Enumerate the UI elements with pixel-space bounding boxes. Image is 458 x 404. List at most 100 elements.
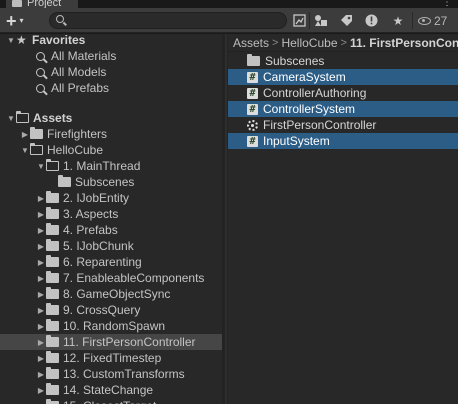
tree-folder-item[interactable]: ▶ 14. StateChange <box>0 382 222 398</box>
breadcrumb-separator: > <box>272 36 279 49</box>
tree-folder-item[interactable]: ▶ 13. CustomTransforms <box>0 366 222 382</box>
file-list-item[interactable]: # InputSystem <box>228 133 458 149</box>
file-list-item[interactable]: Subscenes <box>228 53 458 69</box>
chevron-right-icon[interactable]: ▶ <box>36 242 46 251</box>
chevron-right-icon[interactable]: ▶ <box>36 338 46 347</box>
tree-folder-item[interactable]: ▶ 8. GameObjectSync <box>0 286 222 302</box>
file-list-label: ControllerSystem <box>263 102 356 116</box>
chevron-right-icon[interactable]: ▶ <box>36 226 46 235</box>
folder-icon <box>58 175 71 187</box>
tree-folder-item[interactable]: Subscenes <box>0 174 222 190</box>
tree-folder-item[interactable]: ▼ 1. MainThread <box>0 158 222 174</box>
file-list-label: FirstPersonController <box>263 118 377 132</box>
favorite-item[interactable]: All Models <box>0 64 222 80</box>
folder-icon <box>46 351 59 363</box>
favorite-item[interactable]: All Prefabs <box>0 80 222 96</box>
tree-folder-label: 11. FirstPersonController <box>63 335 196 349</box>
label-icon[interactable] <box>337 12 355 29</box>
tree-folder-label: 10. RandomSpawn <box>63 319 166 333</box>
file-list-label: InputSystem <box>263 134 330 148</box>
file-list-item[interactable]: # ControllerAuthoring <box>228 85 458 101</box>
favorites-label: Favorites <box>32 34 86 47</box>
favorite-item-label: All Models <box>51 65 107 79</box>
csharp-script-icon: # <box>247 87 258 99</box>
folder-icon <box>46 255 59 267</box>
tree-folder-label: 12. FixedTimestep <box>63 351 162 365</box>
tree-folder-label: 5. IJobChunk <box>63 239 134 253</box>
favorite-item[interactable]: All Materials <box>0 48 222 64</box>
tree-folder-item[interactable]: ▶ 2. IJobEntity <box>0 190 222 206</box>
breadcrumb-current[interactable]: 11. FirstPersonController <box>350 36 458 50</box>
folder-icon <box>247 54 260 66</box>
file-list-item[interactable]: FirstPersonController <box>228 117 458 133</box>
tree-folder-item[interactable]: ▶ 12. FixedTimestep <box>0 350 222 366</box>
chevron-right-icon[interactable]: ▶ <box>36 290 46 299</box>
chevron-right-icon[interactable]: ▶ <box>36 322 46 331</box>
hidden-packages-toggle[interactable]: 27 <box>418 12 447 29</box>
chevron-down-icon[interactable]: ▼ <box>20 146 30 155</box>
create-asset-button[interactable]: + ▾ <box>6 11 42 30</box>
tree-folder-item[interactable]: ▶ 5. IJobChunk <box>0 238 222 254</box>
tab-project[interactable]: Project <box>6 0 78 9</box>
file-list-panel[interactable]: Assets > HelloCube > 11. FirstPersonCont… <box>228 34 458 404</box>
folder-icon <box>46 287 59 299</box>
tree-folder-item[interactable]: ▶15. ClosestTarget <box>0 398 222 404</box>
file-list-item[interactable]: # ControllerSystem <box>228 101 458 117</box>
folder-open-icon <box>29 142 43 155</box>
breadcrumb-item[interactable]: HelloCube <box>281 36 337 50</box>
chevron-down-icon: ▾ <box>19 16 24 25</box>
project-window-icon <box>12 0 22 7</box>
search-filter-icon <box>36 51 45 61</box>
tree-folder-item[interactable]: ▶ Firefighters <box>0 126 222 142</box>
plus-icon: + <box>6 10 17 31</box>
tree-folder-item[interactable]: ▶ 6. Reparenting <box>0 254 222 270</box>
chevron-right-icon[interactable]: ▶ <box>36 274 46 283</box>
tree-folder-item[interactable]: ▶ 9. CrossQuery <box>0 302 222 318</box>
filter-type-icon[interactable] <box>312 12 330 29</box>
toolbar-divider <box>309 12 310 29</box>
favorite-star-icon[interactable]: ★ <box>389 12 407 29</box>
tree-folder-item[interactable]: ▶ 4. Prefabs <box>0 222 222 238</box>
chevron-right-icon[interactable]: ▶ <box>20 130 30 139</box>
chevron-right-icon[interactable]: ▶ <box>36 194 46 203</box>
tab-bar: Project ⋮ <box>0 0 458 9</box>
tree-folder-item[interactable]: ▶ 11. FirstPersonController <box>0 334 222 350</box>
tree-folder-label: 13. CustomTransforms <box>63 367 185 381</box>
tree-folder-label: 7. EnableableComponents <box>63 271 205 285</box>
tree-folder-item[interactable]: ▼ HelloCube <box>0 142 222 158</box>
chevron-right-icon[interactable]: ▶ <box>36 258 46 267</box>
file-list-label: ControllerAuthoring <box>263 86 367 100</box>
folder-icon <box>46 367 59 379</box>
chevron-right-icon[interactable]: ▶ <box>36 306 46 315</box>
favorites-header[interactable]: ▼ ★ Favorites <box>0 34 222 48</box>
tree-folder-label: 14. StateChange <box>63 383 154 397</box>
tree-folder-item[interactable]: ▶ 3. Aspects <box>0 206 222 222</box>
tree-folder-label: 3. Aspects <box>63 207 119 221</box>
chevron-right-icon[interactable]: ▶ <box>36 210 46 219</box>
tree-folder-label: Subscenes <box>75 175 135 189</box>
chevron-down-icon[interactable]: ▼ <box>36 162 46 171</box>
chevron-down-icon[interactable]: ▼ <box>6 114 16 123</box>
search-input[interactable] <box>49 12 287 29</box>
file-list-item[interactable]: # CameraSystem <box>228 69 458 85</box>
search-filter-icon <box>36 67 45 77</box>
tree-folder-label: 1. MainThread <box>63 159 141 173</box>
chevron-down-icon[interactable]: ▼ <box>6 36 16 45</box>
folder-tree-panel[interactable]: ▼ ★ Favorites All Materials All Models A… <box>0 34 222 404</box>
tree-folder-item[interactable]: ▶ 7. EnableableComponents <box>0 270 222 286</box>
chevron-right-icon[interactable]: ▶ <box>36 370 46 379</box>
tree-scrollbar[interactable] <box>225 34 227 404</box>
window-menu-icon[interactable]: ⋮ <box>442 0 452 8</box>
breadcrumb: Assets > HelloCube > 11. FirstPersonCont… <box>228 34 458 52</box>
folder-icon <box>30 127 43 139</box>
scene-view-icon[interactable] <box>290 12 308 29</box>
error-icon[interactable] <box>362 12 380 29</box>
assets-root[interactable]: ▼ Assets <box>0 110 222 126</box>
file-list-label: Subscenes <box>265 54 325 68</box>
folder-icon <box>46 191 59 203</box>
breadcrumb-item[interactable]: Assets <box>233 36 269 50</box>
chevron-right-icon[interactable]: ▶ <box>36 354 46 363</box>
folder-icon <box>46 207 59 219</box>
chevron-right-icon[interactable]: ▶ <box>36 386 46 395</box>
tree-folder-item[interactable]: ▶ 10. RandomSpawn <box>0 318 222 334</box>
